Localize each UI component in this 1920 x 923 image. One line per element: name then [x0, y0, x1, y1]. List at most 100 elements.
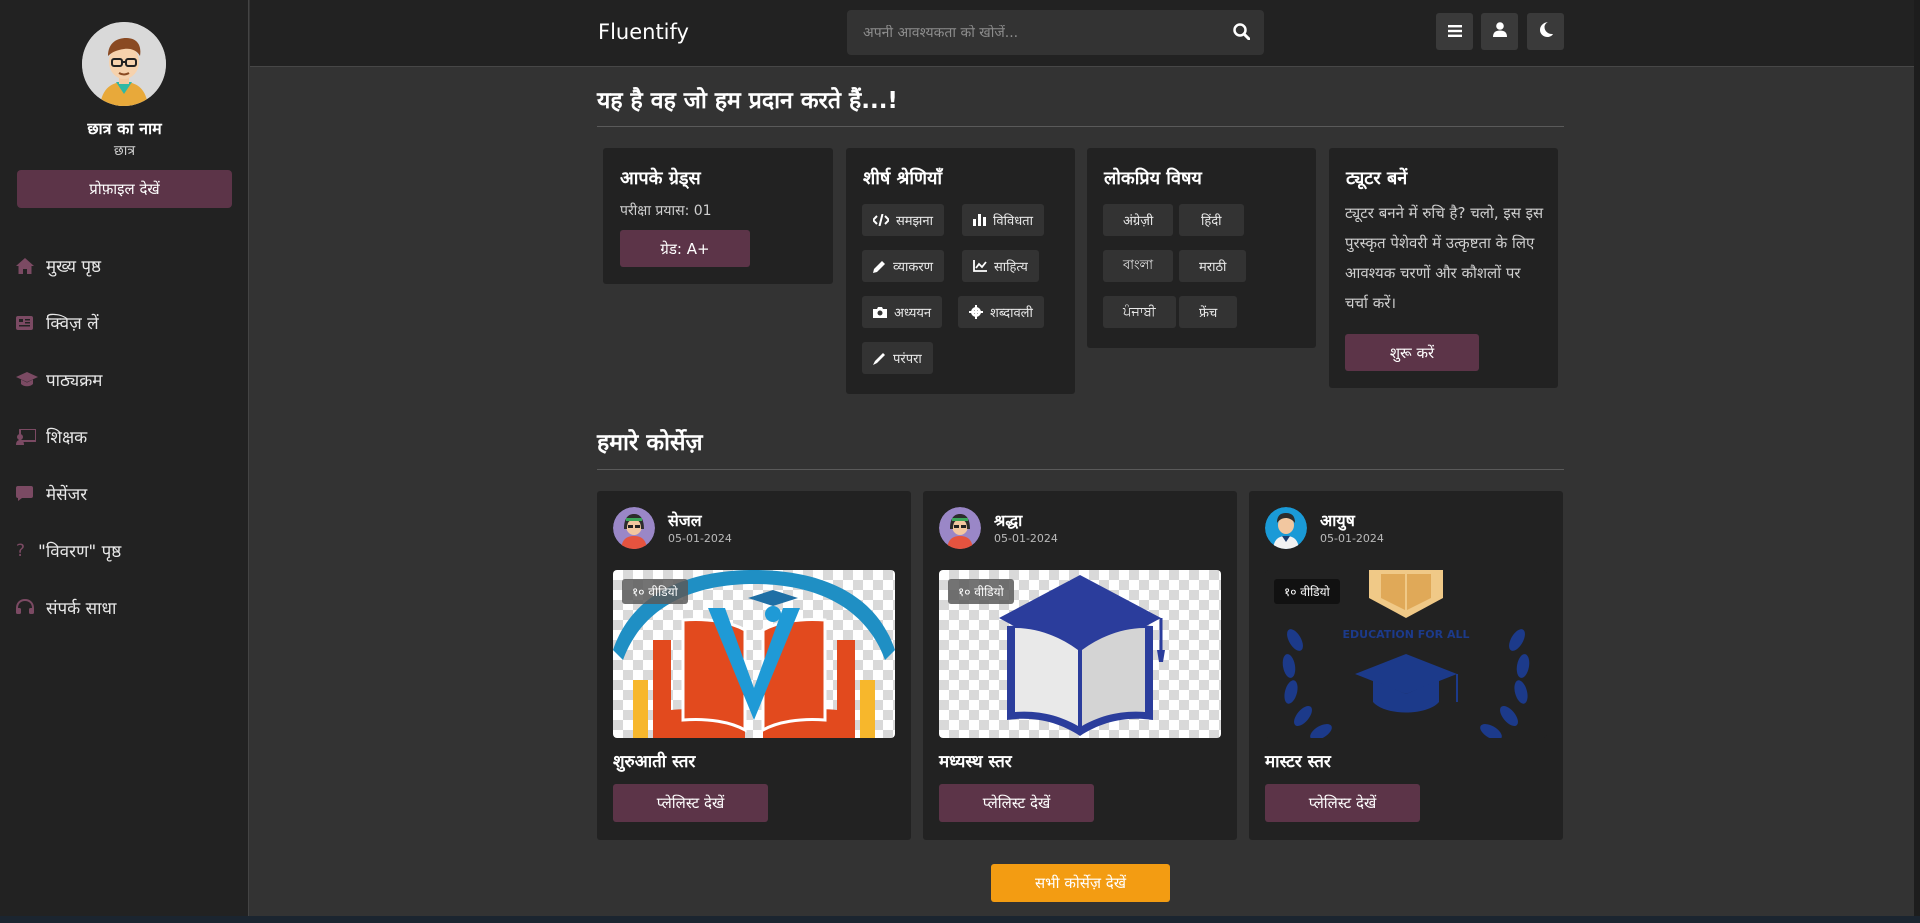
- category-chip[interactable]: अध्ययन: [862, 296, 943, 328]
- sidebar-item-label: पाठ्यक्रम: [46, 371, 103, 391]
- popular-subjects-card: लोकप्रिय विषय अंग्रेज़ी हिंदी বাংলা मराठ…: [1087, 148, 1316, 348]
- sidebar-nav: मुख्य पृष्ठ क्विज़ लें पाठ्यक्रम शिक्षक …: [0, 237, 249, 636]
- sidebar-item-teachers[interactable]: शिक्षक: [0, 408, 249, 465]
- student-avatar[interactable]: [82, 22, 166, 106]
- category-chip[interactable]: व्याकरण: [862, 250, 945, 282]
- top-header: Fluentify: [250, 0, 1914, 67]
- course-date: 05-01-2024: [994, 532, 1058, 545]
- sidebar-item-label: संपर्क साधा: [46, 599, 117, 619]
- video-count-badge: १० वीडियो: [622, 579, 688, 604]
- grades-title: आपके ग्रेड्स: [620, 168, 701, 189]
- category-label: साहित्य: [994, 260, 1028, 275]
- course-card: श्रद्धा 05-01-2024 १० वीडियो मध्यस्थ स्त…: [923, 491, 1237, 840]
- course-date: 05-01-2024: [668, 532, 732, 545]
- sidebar-item-label: क्विज़ लें: [46, 314, 99, 334]
- user-icon: [1492, 22, 1507, 41]
- view-playlist-button[interactable]: प्लेलिस्ट देखें: [1265, 784, 1420, 822]
- category-label: परंपरा: [893, 352, 922, 367]
- category-chip[interactable]: साहित्य: [962, 250, 1039, 282]
- category-label: व्याकरण: [893, 260, 934, 275]
- student-role: छात्र: [113, 143, 136, 159]
- subject-chip[interactable]: हिंदी: [1179, 204, 1244, 236]
- grade-button[interactable]: ग्रेड: A+: [620, 230, 750, 267]
- camera-icon: [873, 307, 887, 318]
- code-icon: [873, 214, 889, 226]
- user-button[interactable]: [1481, 13, 1518, 50]
- section-divider: [597, 469, 1564, 470]
- headset-icon: [16, 599, 46, 616]
- quiz-icon: [16, 315, 46, 330]
- course-thumbnail[interactable]: १० वीडियो: [939, 570, 1221, 738]
- course-thumbnail[interactable]: १० वीडियो: [613, 570, 895, 738]
- sidebar-item-contact[interactable]: संपर्क साधा: [0, 579, 249, 636]
- course-level: मध्यस्थ स्तर: [939, 752, 1012, 772]
- student-name: छात्र का नाम: [87, 119, 162, 138]
- subject-chip[interactable]: বাংলা: [1103, 250, 1174, 282]
- category-chip[interactable]: विविधता: [962, 204, 1044, 236]
- courses-section-title: हमारे कोर्सेज़: [597, 430, 703, 456]
- graduation-cap-icon: [16, 372, 46, 387]
- section-divider: [597, 126, 1564, 127]
- category-label: समझना: [896, 214, 933, 229]
- get-started-button[interactable]: शुरू करें: [1345, 334, 1479, 371]
- subjects-title: लोकप्रिय विषय: [1104, 168, 1202, 189]
- author-avatar: [1265, 507, 1307, 549]
- category-label: अध्ययन: [894, 306, 932, 321]
- category-label: विविधता: [993, 214, 1033, 229]
- course-author: आयुष: [1320, 511, 1355, 530]
- exam-attempts: परीक्षा प्रयास: 01: [620, 203, 712, 219]
- video-count-badge: १० वीडियो: [1274, 579, 1340, 604]
- view-all-courses-button[interactable]: सभी कोर्सेज़ देखें: [991, 864, 1170, 902]
- menu-button[interactable]: [1436, 13, 1473, 50]
- course-level: मास्टर स्तर: [1265, 752, 1331, 772]
- subject-chip[interactable]: मराठी: [1179, 250, 1247, 282]
- tutor-description: ट्यूटर बनने में रुचि है? चलो, इस इस पुरस…: [1345, 204, 1544, 312]
- subject-chip[interactable]: ਪੰਜਾਬੀ: [1103, 296, 1176, 328]
- teacher-icon: [16, 428, 46, 445]
- search-icon[interactable]: [1233, 23, 1251, 44]
- sidebar-item-home[interactable]: मुख्य पृष्ठ: [0, 237, 249, 294]
- top-categories-card: शीर्ष श्रेणियाँ समझना विविधता व्याकरण सा…: [846, 148, 1075, 394]
- grades-card: आपके ग्रेड्स परीक्षा प्रयास: 01 ग्रेड: A…: [603, 148, 833, 284]
- menu-icon: [1447, 22, 1462, 41]
- sidebar-item-label: मुख्य पृष्ठ: [46, 257, 102, 277]
- video-count-badge: १० वीडियो: [948, 579, 1014, 604]
- course-date: 05-01-2024: [1320, 532, 1384, 545]
- chat-icon: [16, 486, 46, 501]
- scrollbar[interactable]: [1914, 0, 1920, 923]
- author-avatar: [613, 507, 655, 549]
- sidebar-item-quiz[interactable]: क्विज़ लें: [0, 294, 249, 351]
- sidebar-item-messenger[interactable]: मेसेंजर: [0, 465, 249, 522]
- logo-text: EDUCATION FOR ALL: [1343, 628, 1470, 641]
- taskbar-edge: [0, 916, 1920, 923]
- line-chart-icon: [973, 260, 987, 272]
- course-card: सेजल 05-01-2024 १० वीडियो शुरुआती स्तर प…: [597, 491, 911, 840]
- category-chip[interactable]: शब्दावली: [958, 296, 1044, 328]
- view-playlist-button[interactable]: प्लेलिस्ट देखें: [939, 784, 1094, 822]
- sidebar-item-about[interactable]: ? "विवरण" पृष्ठ: [0, 522, 249, 579]
- category-label: शब्दावली: [990, 306, 1033, 321]
- category-chip[interactable]: समझना: [862, 204, 944, 236]
- dark-mode-toggle[interactable]: [1527, 13, 1564, 50]
- tutor-title: ट्यूटर बनें: [1346, 168, 1408, 189]
- course-author: सेजल: [668, 511, 702, 530]
- course-author: श्रद्धा: [994, 511, 1023, 530]
- view-profile-button[interactable]: प्रोफ़ाइल देखें: [17, 170, 232, 208]
- course-thumbnail[interactable]: EDUCATION FOR ALL १० वीडियो: [1265, 570, 1547, 738]
- bar-chart-icon: [973, 214, 986, 226]
- course-card: आयुष 05-01-2024 EDUCATION FOR ALL १० वीड…: [1249, 491, 1563, 840]
- subject-chip[interactable]: अंग्रेज़ी: [1103, 204, 1174, 236]
- course-level: शुरुआती स्तर: [613, 752, 696, 772]
- category-chip[interactable]: परंपरा: [862, 342, 933, 374]
- brand-logo[interactable]: Fluentify: [598, 20, 689, 44]
- subject-chip[interactable]: फ्रेंच: [1179, 296, 1238, 328]
- view-playlist-button[interactable]: प्लेलिस्ट देखें: [613, 784, 768, 822]
- search-input[interactable]: [847, 24, 1207, 41]
- sidebar-item-courses[interactable]: पाठ्यक्रम: [0, 351, 249, 408]
- sidebar-item-label: शिक्षक: [46, 428, 88, 448]
- moon-icon: [1539, 22, 1553, 41]
- become-tutor-card: ट्यूटर बनें ट्यूटर बनने में रुचि है? चलो…: [1329, 148, 1558, 388]
- sidebar-item-label: "विवरण" पृष्ठ: [38, 542, 122, 562]
- search-bar: [847, 10, 1264, 55]
- sidebar-item-label: मेसेंजर: [46, 485, 88, 505]
